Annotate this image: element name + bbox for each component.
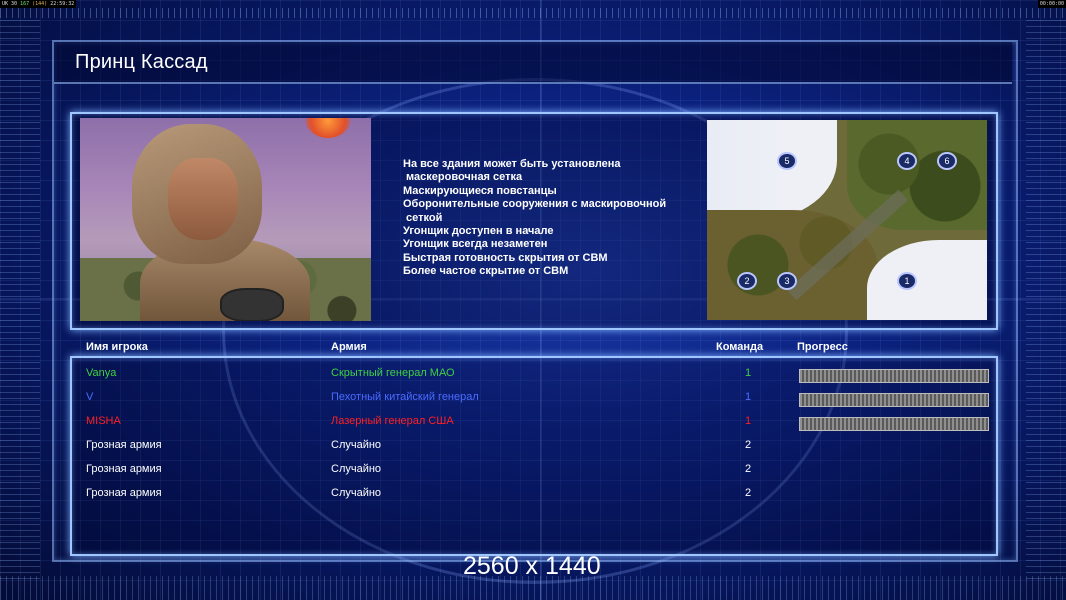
player-army: Случайно bbox=[331, 487, 382, 499]
resolution-label: 2560 x 1440 bbox=[463, 552, 601, 580]
start-position-marker[interactable]: 2 bbox=[737, 272, 757, 290]
header-team: Команда bbox=[716, 341, 764, 353]
bonus-item: Угонщик всегда незаметен bbox=[403, 238, 548, 251]
player-progress-bar bbox=[799, 369, 989, 383]
player-row: Грозная армия Случайно 2 bbox=[0, 484, 1066, 504]
bonus-item: Более частое скрытие от СВМ bbox=[403, 265, 569, 278]
player-row: Грозная армия Случайно 2 bbox=[0, 460, 1066, 480]
general-bonuses-list: На все здания может быть установлена мас… bbox=[403, 158, 703, 279]
stat-right-time: 00:00:00 bbox=[1039, 1, 1064, 7]
header-player-name: Имя игрока bbox=[86, 341, 148, 353]
map-forest-area bbox=[847, 120, 987, 230]
debug-stats-left: UK 30 167 (144) 22:59:32 bbox=[0, 0, 77, 8]
player-progress-bar bbox=[799, 417, 989, 431]
player-row: Грозная армия Случайно 2 bbox=[0, 436, 1066, 456]
player-team: 2 bbox=[744, 487, 752, 499]
start-position-marker[interactable]: 4 bbox=[897, 152, 917, 170]
map-preview: 5 4 6 2 3 1 bbox=[707, 120, 987, 320]
header-progress: Прогресс bbox=[797, 341, 848, 353]
face bbox=[168, 158, 238, 240]
bonus-item: Быстрая готовность скрытия от СВМ bbox=[403, 251, 608, 264]
stat-a: UK bbox=[2, 1, 9, 7]
player-progress-bar bbox=[799, 393, 989, 407]
player-team: 1 bbox=[744, 367, 752, 379]
debug-stats-right: 00:00:00 bbox=[1037, 0, 1066, 8]
map-snow-area bbox=[867, 240, 987, 320]
stat-fps: 167 bbox=[20, 1, 30, 7]
player-row: MISHA Лазерный генерал США 1 bbox=[0, 412, 1066, 432]
map-forest-area bbox=[707, 210, 877, 320]
bonus-item: На все здания может быть установлена bbox=[403, 158, 621, 170]
bonus-item: сеткой bbox=[403, 211, 443, 224]
sunset-sun bbox=[306, 118, 350, 138]
bonus-item: Оборонительные сооружения с маскировочно… bbox=[403, 198, 667, 211]
player-name: V bbox=[86, 391, 94, 403]
player-row: V Пехотный китайский генерал 1 bbox=[0, 388, 1066, 408]
players-panel bbox=[70, 356, 998, 556]
general-portrait bbox=[80, 118, 371, 321]
bonus-item: Маскирующиеся повстанцы bbox=[403, 184, 557, 197]
bonus-item: Угонщик доступен в начале bbox=[403, 225, 554, 238]
start-position-marker[interactable]: 5 bbox=[777, 152, 797, 170]
player-name: Vanya bbox=[86, 367, 117, 379]
player-team: 2 bbox=[744, 439, 752, 451]
stat-time: 22:59:32 bbox=[50, 1, 75, 7]
bonus-item: маскеровочная сетка bbox=[403, 171, 523, 184]
player-team: 1 bbox=[744, 415, 752, 427]
player-row: Vanya Скрытный генерал МАО 1 bbox=[0, 364, 1066, 384]
header-army: Армия bbox=[331, 341, 367, 353]
player-army: Пехотный китайский генерал bbox=[331, 391, 479, 403]
player-name: Грозная армия bbox=[86, 439, 162, 451]
start-position-marker[interactable]: 6 bbox=[937, 152, 957, 170]
player-name: Грозная армия bbox=[86, 463, 162, 475]
start-position-marker[interactable]: 1 bbox=[897, 272, 917, 290]
general-name-title: Принц Кассад bbox=[75, 51, 208, 73]
stat-b: 30 bbox=[11, 1, 18, 7]
player-army: Лазерный генерал США bbox=[331, 415, 454, 427]
player-name: MISHA bbox=[86, 415, 121, 427]
player-army: Случайно bbox=[331, 463, 382, 475]
stat-c: (144) bbox=[32, 1, 48, 7]
start-position-marker[interactable]: 3 bbox=[777, 272, 797, 290]
player-team: 2 bbox=[744, 463, 752, 475]
player-army: Случайно bbox=[331, 439, 382, 451]
player-army: Скрытный генерал МАО bbox=[331, 367, 455, 379]
player-team: 1 bbox=[744, 391, 752, 403]
detonator-device bbox=[220, 288, 284, 321]
top-ruler bbox=[0, 8, 1066, 18]
player-name: Грозная армия bbox=[86, 487, 162, 499]
